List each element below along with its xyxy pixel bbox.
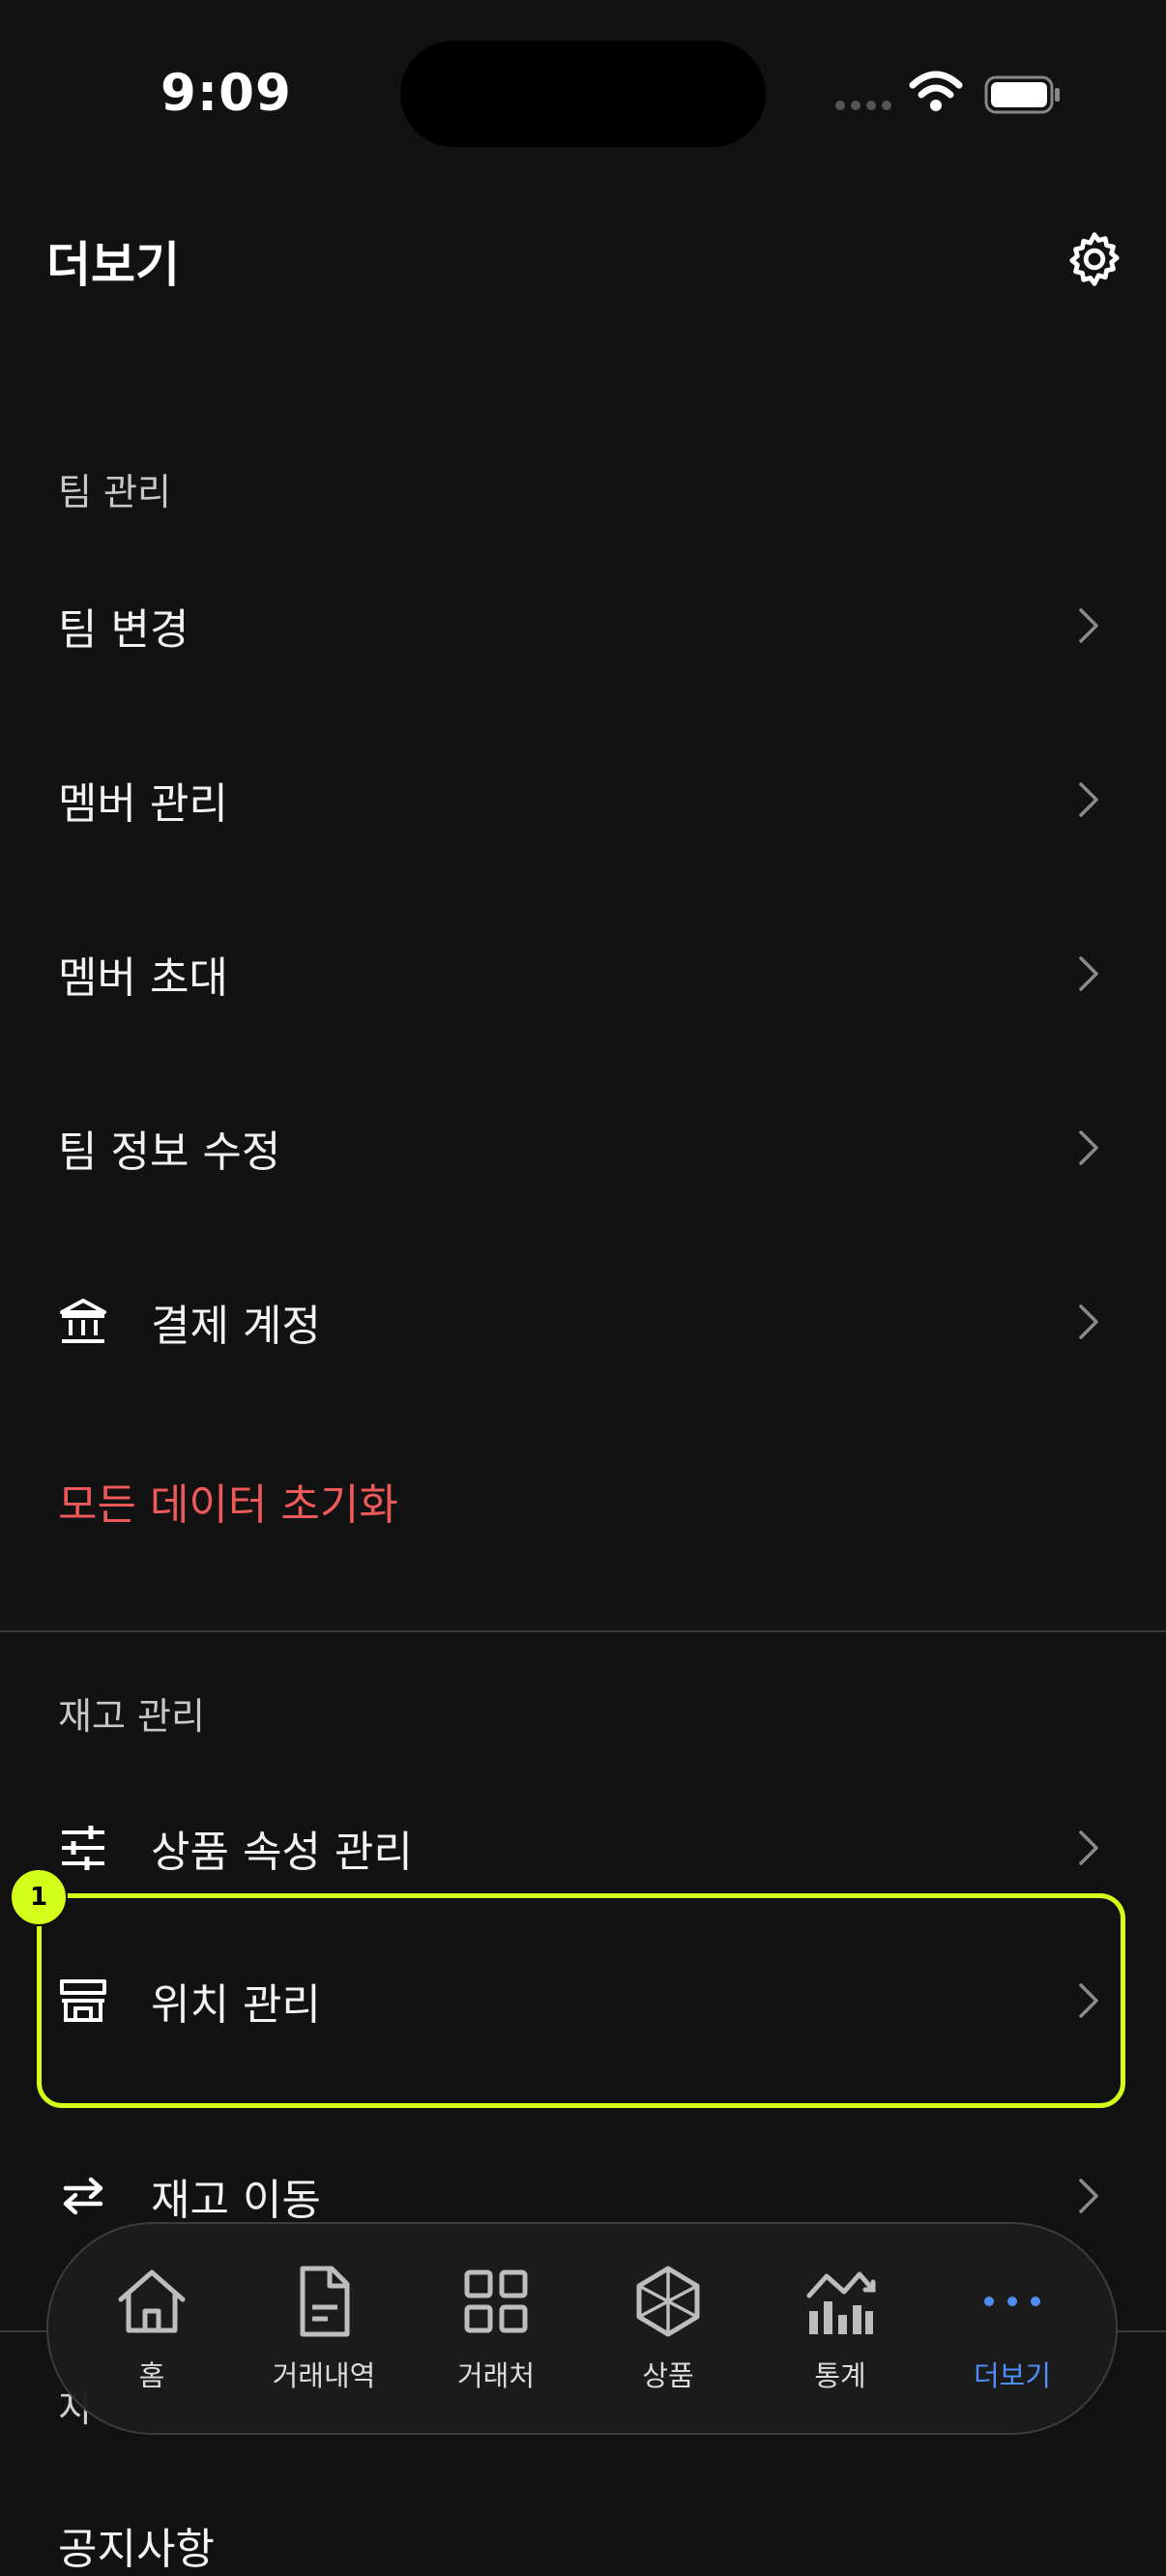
section-label-team: 팀 관리	[58, 471, 171, 513]
tab-label: 상품	[642, 2359, 694, 2392]
menu-item-team-info-edit[interactable]: 팀 정보 수정	[0, 1075, 1166, 1220]
menu-item-notice-partial[interactable]: 공지사항	[58, 2514, 215, 2576]
menu-item-label: 재고 이동	[151, 2176, 321, 2225]
tab-label: 홈	[138, 2359, 165, 2392]
chevron-right-icon	[1079, 782, 1098, 817]
box-icon	[636, 2266, 700, 2337]
bank-icon	[60, 1299, 106, 1343]
tab-label: 거래내역	[272, 2359, 376, 2392]
tab-clients[interactable]: 거래처	[414, 2263, 578, 2394]
status-time: 9:09	[160, 64, 292, 123]
menu-item-label: 팀 변경	[58, 605, 189, 655]
grid-icon	[464, 2269, 528, 2333]
menu-item-change-team[interactable]: 팀 변경	[0, 553, 1166, 698]
wifi-icon	[909, 71, 963, 111]
menu-item-label: 상품 속성 관리	[151, 1828, 413, 1877]
tab-transactions[interactable]: 거래내역	[242, 2263, 406, 2394]
chevron-right-icon	[1079, 1830, 1098, 1865]
tab-home[interactable]: 홈	[70, 2263, 234, 2394]
page-title: 더보기	[46, 237, 180, 293]
stats-icon	[806, 2271, 876, 2334]
menu-item-label: 멤버 관리	[58, 779, 228, 829]
chevron-right-icon	[1079, 608, 1098, 643]
reset-all-data-button[interactable]: 모든 데이터 초기화	[58, 1470, 398, 1532]
menu-item-label: 멤버 초대	[58, 953, 228, 1003]
menu-item-label: 결제 계정	[151, 1302, 321, 1351]
sliders-icon	[62, 1826, 104, 1870]
cellular-signal-icon	[835, 101, 891, 110]
transfer-icon	[63, 2177, 103, 2215]
battery-icon	[984, 75, 1060, 114]
menu-item-member-manage[interactable]: 멤버 관리	[0, 727, 1166, 872]
menu-item-label: 팀 정보 수정	[58, 1127, 281, 1177]
chevron-right-icon	[1079, 956, 1098, 991]
gear-icon[interactable]	[1064, 228, 1125, 290]
home-icon	[118, 2269, 186, 2333]
chevron-right-icon	[1079, 2179, 1098, 2213]
tab-label: 거래처	[456, 2359, 536, 2392]
chevron-right-icon	[1079, 1130, 1098, 1165]
more-icon	[984, 2297, 1040, 2306]
section-label-inventory: 재고 관리	[58, 1695, 205, 1738]
tab-label: 더보기	[973, 2359, 1052, 2392]
tab-statistics[interactable]: 통계	[758, 2263, 922, 2394]
tab-bar: 홈 거래내역 거래처 상품 통계 더보기	[46, 2222, 1118, 2435]
dynamic-island	[400, 41, 766, 147]
menu-item-payment-account[interactable]: 결제 계정	[0, 1249, 1166, 1394]
tab-more[interactable]: 더보기	[930, 2263, 1094, 2394]
chevron-right-icon	[1079, 1304, 1098, 1339]
document-icon	[300, 2266, 350, 2337]
tab-label: 통계	[814, 2359, 866, 2392]
highlight-box	[37, 1893, 1125, 2108]
section-divider	[0, 1630, 1166, 1632]
annotation-badge: 1	[10, 1868, 68, 1926]
tab-products[interactable]: 상품	[586, 2263, 750, 2394]
menu-item-member-invite[interactable]: 멤버 초대	[0, 901, 1166, 1046]
